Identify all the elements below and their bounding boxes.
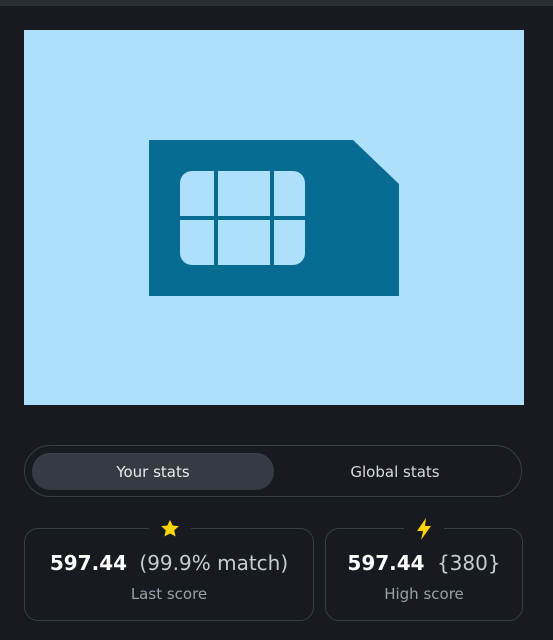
last-score-value-line: 597.44 (99.9% match): [25, 551, 313, 575]
last-score-match: (99.9% match): [139, 551, 289, 575]
image-preview: [24, 30, 524, 405]
sim-card-illustration: [24, 30, 524, 405]
tab-your-stats[interactable]: Your stats: [32, 453, 274, 490]
stats-tabs: Your stats Global stats: [24, 445, 522, 497]
high-score-count: {380}: [436, 551, 501, 575]
lightning-icon: [417, 518, 431, 540]
high-score-label: High score: [384, 585, 464, 603]
last-score-value: 597.44: [49, 551, 128, 575]
star-icon-wrap: [149, 515, 191, 543]
chip-line: [180, 216, 305, 220]
lightning-icon-wrap: [404, 515, 444, 543]
last-score-card: 597.44 (99.9% match) Last score: [24, 515, 314, 621]
high-score-value-line: 597.44 {380}: [326, 551, 522, 575]
tab-global-stats[interactable]: Global stats: [275, 453, 515, 490]
last-score-label: Last score: [130, 585, 208, 603]
high-score-value: 597.44: [347, 551, 425, 575]
star-icon: [161, 519, 179, 537]
high-score-card: 597.44 {380} High score: [325, 515, 523, 621]
